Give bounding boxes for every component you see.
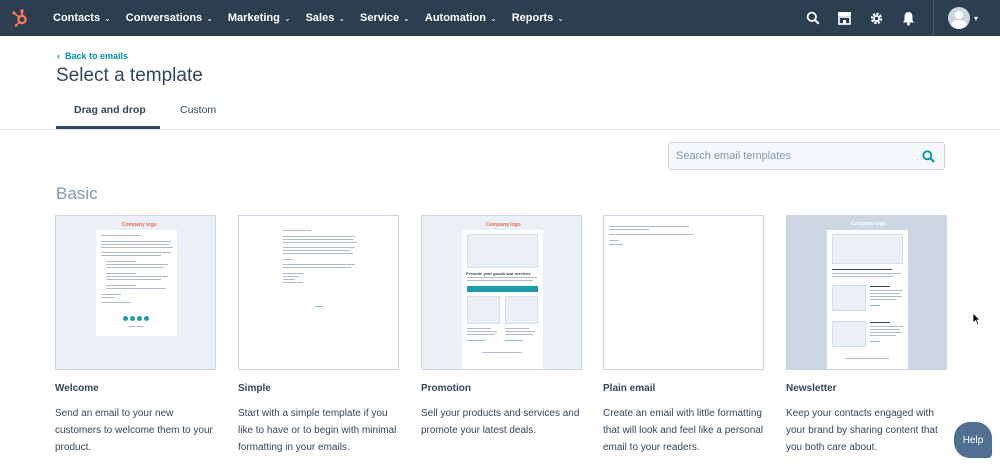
thumbnail-heading: Promote your goods and services bbox=[466, 271, 531, 276]
template-thumbnail: Company logo bbox=[786, 215, 947, 370]
nav-sales[interactable]: Sales ⌄ bbox=[306, 12, 345, 24]
tab-drag-and-drop[interactable]: Drag and drop bbox=[74, 104, 146, 116]
notifications-icon[interactable] bbox=[899, 8, 919, 28]
template-description: Create an email with little formatting t… bbox=[603, 408, 764, 453]
thumbnail-paper: Promote your goods and services bbox=[462, 230, 543, 369]
template-name: Plain email bbox=[603, 383, 656, 394]
search-icon[interactable] bbox=[922, 150, 935, 163]
search-icon[interactable] bbox=[803, 8, 823, 28]
back-label: Back to emails bbox=[65, 51, 129, 61]
tabs-divider bbox=[0, 129, 1000, 130]
section-title: Basic bbox=[56, 184, 98, 203]
nav-marketing[interactable]: Marketing ⌄ bbox=[228, 12, 291, 24]
thumbnail-paper bbox=[96, 230, 177, 336]
top-navigation: Contacts ⌄ Conversations ⌄ Marketing ⌄ Sale… bbox=[0, 0, 1000, 36]
thumbnail-logo-text: Company logo bbox=[851, 221, 886, 227]
tab-custom[interactable]: Custom bbox=[180, 104, 216, 116]
nav-contacts[interactable]: Contacts ⌄ bbox=[53, 12, 111, 24]
search-field[interactable] bbox=[668, 142, 945, 170]
nav-service[interactable]: Service ⌄ bbox=[360, 12, 410, 24]
nav-label: Service bbox=[360, 12, 400, 24]
template-thumbnail bbox=[603, 215, 764, 370]
thumbnail-paper bbox=[827, 230, 908, 369]
nav-label: Sales bbox=[305, 12, 335, 24]
nav-label: Contacts bbox=[53, 12, 101, 24]
chevron-down-icon[interactable]: ▾ bbox=[974, 14, 978, 23]
main-menu: Contacts ⌄ Conversations ⌄ Marketing ⌄ Sale… bbox=[53, 0, 579, 36]
marketplace-icon[interactable] bbox=[835, 8, 855, 28]
chevron-down-icon: ⌄ bbox=[557, 13, 564, 23]
chevron-down-icon: ⌄ bbox=[489, 13, 497, 23]
template-name: Newsletter bbox=[786, 383, 837, 394]
page-title: Select a template bbox=[56, 65, 203, 86]
template-card-simple[interactable]: Simple Start with a simple template if y… bbox=[238, 215, 399, 456]
chevron-down-icon: ⌄ bbox=[206, 13, 213, 23]
nav-conversations[interactable]: Conversations ⌄ bbox=[126, 12, 213, 24]
mouse-pointer-icon bbox=[972, 312, 981, 326]
nav-label: Conversations bbox=[125, 12, 203, 24]
template-name: Simple bbox=[238, 383, 271, 394]
nav-label: Reports bbox=[511, 12, 554, 24]
template-thumbnail bbox=[238, 215, 399, 370]
chevron-down-icon: ⌄ bbox=[403, 13, 410, 23]
search-input[interactable] bbox=[676, 150, 916, 162]
nav-label: Marketing bbox=[227, 12, 280, 24]
chevron-down-icon: ⌄ bbox=[283, 13, 291, 23]
nav-automation[interactable]: Automation ⌄ bbox=[425, 12, 497, 24]
help-button[interactable]: Help bbox=[954, 422, 992, 458]
template-description: Keep your contacts engaged with your bra… bbox=[786, 408, 938, 453]
template-card-welcome[interactable]: Company logo Welcome Send an email to yo… bbox=[55, 215, 216, 456]
template-description: Start with a simple template if you like… bbox=[238, 408, 397, 453]
template-name: Promotion bbox=[421, 383, 471, 394]
template-card-promotion[interactable]: Company logo Promote your goods and serv… bbox=[421, 215, 582, 439]
thumbnail-logo-text: Company logo bbox=[486, 222, 521, 228]
user-avatar[interactable] bbox=[947, 7, 970, 29]
template-name: Welcome bbox=[55, 383, 99, 394]
nav-reports[interactable]: Reports ⌄ bbox=[512, 12, 564, 24]
nav-divider bbox=[932, 0, 934, 36]
template-description: Sell your products and services and prom… bbox=[421, 408, 580, 436]
settings-icon[interactable] bbox=[867, 8, 887, 28]
template-description: Send an email to your new customers to w… bbox=[55, 408, 213, 453]
chevron-down-icon: ⌄ bbox=[104, 13, 111, 23]
thumbnail-logo-text: Company logo bbox=[122, 222, 157, 228]
chevron-left-icon: ‹ bbox=[57, 51, 60, 61]
nav-label: Automation bbox=[424, 12, 486, 24]
template-thumbnail: Company logo bbox=[55, 215, 216, 370]
back-to-emails-link[interactable]: ‹ Back to emails bbox=[57, 51, 128, 61]
hubspot-logo-icon[interactable] bbox=[11, 8, 31, 28]
nav-utilities: ▾ bbox=[791, 0, 978, 36]
template-card-newsletter[interactable]: Company logo Newsletter Keep your contac… bbox=[786, 215, 947, 456]
chevron-down-icon: ⌄ bbox=[338, 13, 346, 23]
template-card-plain-email[interactable]: Plain email Create an email with little … bbox=[603, 215, 764, 456]
template-thumbnail: Company logo Promote your goods and serv… bbox=[421, 215, 582, 370]
